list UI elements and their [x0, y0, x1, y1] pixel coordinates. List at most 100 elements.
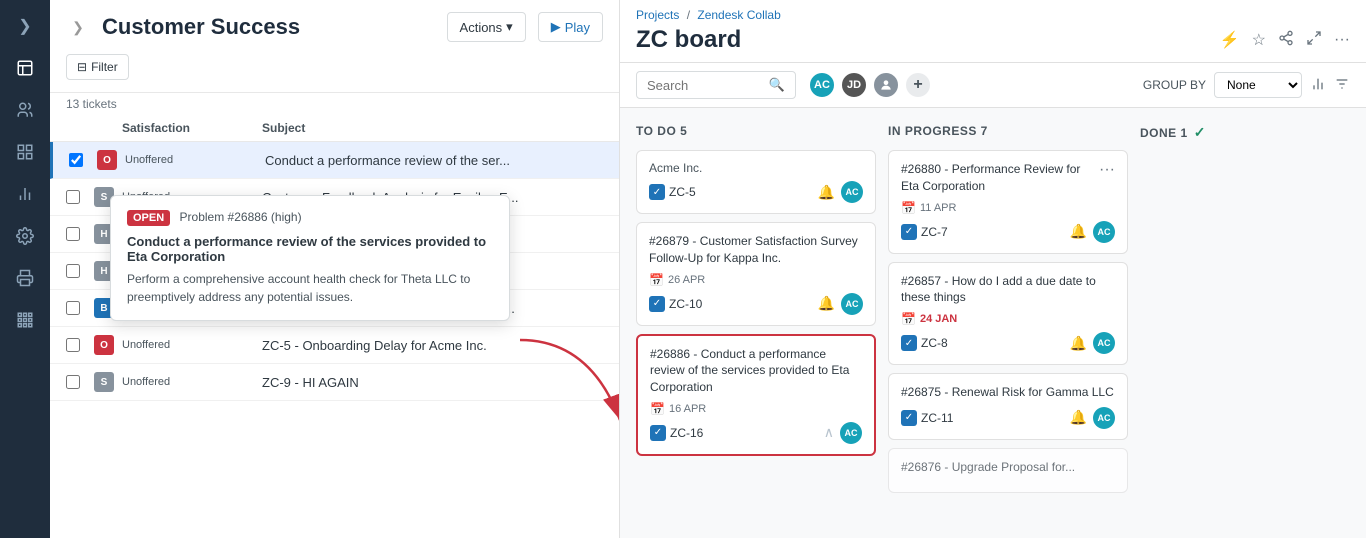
filter-button[interactable]: ⊟ Filter — [66, 54, 129, 80]
settings-icon[interactable] — [7, 218, 43, 254]
collapse-button[interactable]: ❯ — [66, 15, 90, 39]
board-card[interactable]: #26879 - Customer Satisfaction Survey Fo… — [636, 222, 876, 326]
table-row[interactable]: S Unoffered ZC-9 - HI AGAIN — [50, 364, 619, 401]
card-ticket-id: ZC-16 — [670, 426, 703, 440]
add-member-button[interactable]: + — [904, 71, 932, 99]
row-checkbox[interactable] — [66, 227, 80, 241]
play-button[interactable]: ▶ Play — [538, 12, 603, 42]
ticket-popup: OPEN Problem #26886 (high) Conduct a per… — [110, 195, 510, 321]
right-panel: Projects / Zendesk Collab ZC board ⚡ ☆ ·… — [620, 0, 1366, 538]
row-checkbox[interactable] — [66, 264, 80, 278]
bell-icon: 🔔 — [1070, 409, 1087, 426]
avatar-3[interactable] — [872, 71, 900, 99]
bell-icon: 🔔 — [1070, 223, 1087, 240]
card-action-icons: ∧ AC — [824, 422, 862, 444]
card-title: #26876 - Upgrade Proposal for... — [901, 459, 1115, 476]
search-input[interactable] — [647, 78, 763, 93]
board-card[interactable]: #26876 - Upgrade Proposal for... — [888, 448, 1128, 493]
card-ticket: ✓ ZC-10 — [649, 296, 702, 312]
board-card[interactable]: Acme Inc. ✓ ZC-5 🔔 AC — [636, 150, 876, 214]
row-checkbox[interactable] — [69, 153, 83, 167]
board-card[interactable]: #26875 - Renewal Risk for Gamma LLC ✓ ZC… — [888, 373, 1128, 440]
card-company: Acme Inc. — [649, 161, 863, 175]
filter-options-icon[interactable] — [1334, 76, 1350, 95]
bell-icon: 🔔 — [1070, 335, 1087, 352]
board-title: ZC board — [636, 26, 741, 54]
card-avatar: AC — [1093, 407, 1115, 429]
table-row[interactable]: O Unoffered Conduct a performance review… — [50, 142, 619, 179]
card-ticket-id: ZC-8 — [921, 336, 948, 350]
board-card-highlighted[interactable]: #26886 - Conduct a performance review of… — [636, 334, 876, 456]
card-ticket-row: ✓ ZC-10 🔔 AC — [649, 293, 863, 315]
ticket-icon[interactable] — [7, 50, 43, 86]
left-panel-header: ❯ Customer Success Actions ▾ ▶ Play ⊟ Fi… — [50, 0, 619, 93]
breadcrumb: Projects / Zendesk Collab — [636, 8, 1350, 22]
table-row[interactable]: O Unoffered ZC-5 - Onboarding Delay for … — [50, 327, 619, 364]
avatar-1[interactable]: AC — [808, 71, 836, 99]
row-checkbox[interactable] — [66, 190, 80, 204]
chart-icon[interactable] — [7, 176, 43, 212]
card-header-row: #26880 - Performance Review for Eta Corp… — [901, 161, 1115, 201]
breadcrumb-projects[interactable]: Projects — [636, 8, 679, 22]
card-ticket-id: ZC-5 — [669, 185, 696, 199]
card-date: 📅 26 APR — [649, 273, 863, 287]
card-ticket: ✓ ZC-5 — [649, 184, 696, 200]
row-checkbox[interactable] — [66, 338, 80, 352]
card-ticket-id: ZC-11 — [921, 411, 953, 425]
breadcrumb-project[interactable]: Zendesk Collab — [697, 8, 780, 22]
more-options-icon[interactable]: ··· — [1334, 31, 1350, 49]
popup-heading: Conduct a performance review of the serv… — [127, 234, 493, 264]
card-title: #26875 - Renewal Risk for Gamma LLC — [901, 384, 1115, 401]
card-avatar: AC — [1093, 221, 1115, 243]
column-header-inprogress: IN PROGRESS 7 — [888, 120, 1128, 142]
card-check-icon: ✓ — [650, 425, 666, 441]
column-header-done: DONE 1 ✓ — [1140, 120, 1366, 145]
board-card[interactable]: #26880 - Performance Review for Eta Corp… — [888, 150, 1128, 254]
card-ticket-id: ZC-7 — [921, 225, 948, 239]
right-panel-header: Projects / Zendesk Collab ZC board ⚡ ☆ ·… — [620, 0, 1366, 63]
row-checkbox[interactable] — [66, 375, 80, 389]
card-date: 📅 24 JAN — [901, 312, 1115, 326]
dashboard-icon[interactable] — [7, 134, 43, 170]
card-title: #26857 - How do I add a due date to thes… — [901, 273, 1115, 307]
board-card[interactable]: #26857 - How do I add a due date to thes… — [888, 262, 1128, 366]
lightning-icon[interactable]: ⚡ — [1220, 30, 1240, 50]
actions-label: Actions — [460, 20, 503, 35]
card-ticket: ✓ ZC-11 — [901, 410, 953, 426]
calendar-icon: 📅 — [649, 273, 664, 287]
card-ticket: ✓ ZC-7 — [901, 224, 948, 240]
card-action-icons: 🔔 AC — [1070, 407, 1115, 429]
actions-button[interactable]: Actions ▾ — [447, 12, 526, 42]
avatar-group: AC JD + — [808, 71, 932, 99]
table-header: Satisfaction Subject — [50, 115, 619, 142]
card-check-icon: ✓ — [901, 224, 917, 240]
search-icon: 🔍 — [769, 77, 785, 93]
share-icon[interactable] — [1278, 30, 1294, 51]
ticket-type-icon: O — [94, 335, 114, 355]
avatar-2[interactable]: JD — [840, 71, 868, 99]
row-checkbox[interactable] — [66, 301, 80, 315]
filter-icon: ⊟ — [77, 60, 87, 74]
expand-icon[interactable] — [1306, 30, 1322, 51]
play-icon: ▶ — [551, 19, 561, 35]
card-more-button[interactable]: ··· — [1099, 161, 1115, 179]
card-action-icons: 🔔 AC — [1070, 332, 1115, 354]
print-icon[interactable] — [7, 260, 43, 296]
chart-view-icon[interactable] — [1310, 76, 1326, 95]
card-ticket-row: ✓ ZC-16 ∧ AC — [650, 422, 862, 444]
done-check-icon: ✓ — [1194, 124, 1206, 141]
popup-tag: OPEN — [127, 210, 170, 226]
bell-icon: 🔔 — [818, 184, 835, 201]
users-icon[interactable] — [7, 92, 43, 128]
apps-icon[interactable] — [7, 302, 43, 338]
chevron-right-icon[interactable]: ❯ — [7, 8, 43, 44]
card-check-icon: ✓ — [649, 296, 665, 312]
sidebar: ❯ — [0, 0, 50, 538]
satisfaction-cell: Unoffered — [122, 376, 262, 388]
groupby-label: GROUP BY — [1143, 78, 1206, 92]
star-icon[interactable]: ☆ — [1252, 30, 1266, 50]
groupby-select[interactable]: None Assignee Priority — [1214, 72, 1302, 98]
ticket-count: 13 tickets — [50, 93, 619, 115]
calendar-icon: 📅 — [650, 402, 665, 416]
column-done: DONE 1 ✓ — [1140, 120, 1366, 526]
